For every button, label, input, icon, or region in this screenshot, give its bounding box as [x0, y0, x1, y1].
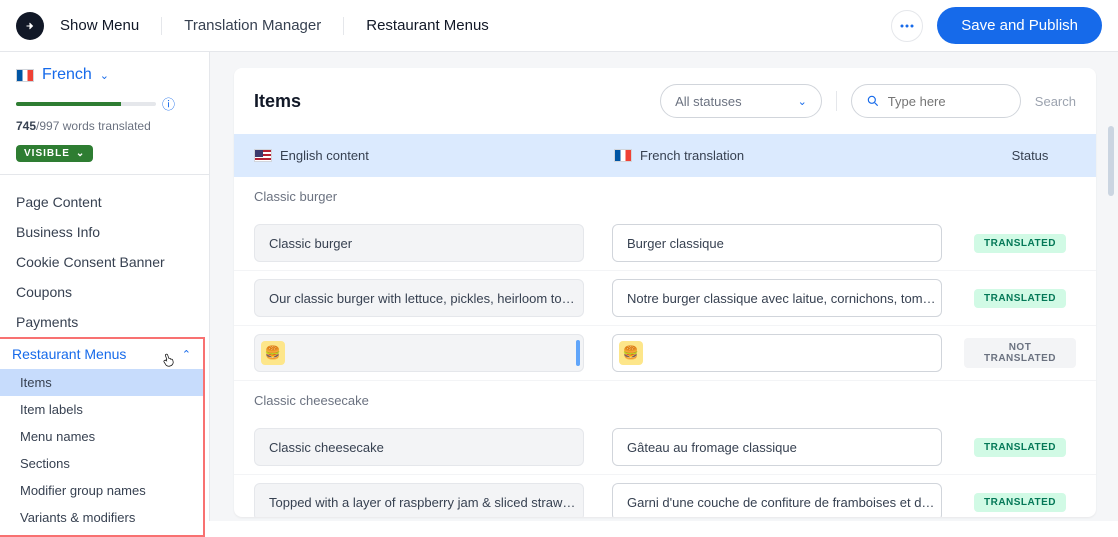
- status-filter-label: All statuses: [675, 94, 741, 109]
- sidebar-group-label: Restaurant Menus: [12, 346, 126, 362]
- burger-thumb-icon: 🍔: [261, 341, 285, 365]
- column-french-label: French translation: [640, 148, 744, 163]
- column-english: English content: [254, 148, 614, 163]
- divider: [161, 17, 162, 35]
- top-bar-actions: Save and Publish: [891, 7, 1102, 44]
- chevron-down-icon: ⌄: [798, 95, 807, 108]
- status-cell: NOT TRANSLATED: [964, 338, 1076, 368]
- drag-handle-icon[interactable]: [576, 340, 580, 366]
- divider: [836, 91, 837, 111]
- panel-header: Items All statuses ⌄ Search: [234, 68, 1096, 134]
- sidebar-sub-variants[interactable]: Variants & modifiers: [0, 504, 203, 531]
- visible-label: VISIBLE: [24, 148, 70, 159]
- status-cell: TRANSLATED: [964, 233, 1076, 253]
- visibility-toggle[interactable]: VISIBLE ⌄: [16, 145, 93, 162]
- words-done: 745: [16, 119, 36, 133]
- save-publish-button[interactable]: Save and Publish: [937, 7, 1102, 44]
- divider: [0, 174, 209, 175]
- items-panel: Items All statuses ⌄ Search English cont…: [234, 68, 1096, 517]
- english-cell: Classic cheesecake: [254, 428, 584, 466]
- words-suffix: words translated: [59, 119, 150, 133]
- sidebar-item-business-info[interactable]: Business Info: [0, 217, 209, 247]
- progress-bar: [16, 102, 156, 106]
- scrollbar-thumb[interactable]: [1108, 126, 1114, 196]
- english-cell: Topped with a layer of raspberry jam & s…: [254, 483, 584, 517]
- breadcrumb-area: Show Menu Translation Manager Restaurant…: [16, 12, 891, 40]
- status-cell: TRANSLATED: [964, 492, 1076, 512]
- arrow-right-icon: [24, 20, 36, 32]
- status-filter-select[interactable]: All statuses ⌄: [660, 84, 822, 118]
- french-cell[interactable]: Burger classique: [612, 224, 942, 262]
- sidebar-item-cookie-consent[interactable]: Cookie Consent Banner: [0, 247, 209, 277]
- sidebar-group-restaurant-menus: Restaurant Menus ⌃ Items Item labels Men…: [0, 337, 205, 537]
- english-image-cell: 🍔: [254, 334, 584, 372]
- search-button[interactable]: Search: [1035, 94, 1076, 109]
- info-icon[interactable]: ⓘ: [162, 94, 175, 113]
- main-area: Items All statuses ⌄ Search English cont…: [210, 52, 1118, 521]
- status-badge: TRANSLATED: [974, 234, 1066, 253]
- french-cell[interactable]: Gâteau au fromage classique: [612, 428, 942, 466]
- table-row: Classic cheesecake Gâteau au fromage cla…: [234, 420, 1096, 475]
- sidebar-sub-sections[interactable]: Sections: [0, 450, 203, 477]
- language-label: French: [42, 66, 92, 84]
- french-cell[interactable]: Garni d'une couche de confiture de framb…: [612, 483, 942, 517]
- sidebar-sub-modifier-groups[interactable]: Modifier group names: [0, 477, 203, 504]
- show-menu-label[interactable]: Show Menu: [60, 17, 139, 34]
- search-icon: [866, 94, 880, 108]
- status-cell: TRANSLATED: [964, 437, 1076, 457]
- table-header: English content French translation Statu…: [234, 134, 1096, 177]
- divider: [343, 17, 344, 35]
- sidebar-sub-menu-names[interactable]: Menu names: [0, 423, 203, 450]
- status-cell: TRANSLATED: [964, 288, 1076, 308]
- section-header: Classic cheesecake: [234, 381, 1096, 420]
- english-cell: Our classic burger with lettuce, pickles…: [254, 279, 584, 317]
- status-badge: TRANSLATED: [974, 289, 1066, 308]
- column-status: Status: [984, 148, 1076, 163]
- status-badge: TRANSLATED: [974, 438, 1066, 457]
- burger-thumb-icon: 🍔: [619, 341, 643, 365]
- chevron-down-icon: ⌄: [76, 148, 85, 159]
- sidebar: French ⌄ ⓘ 745/997 words translated VISI…: [0, 52, 210, 521]
- search-input[interactable]: [888, 94, 998, 109]
- french-image-cell[interactable]: 🍔: [612, 334, 942, 372]
- table-body: Classic burger Classic burger Burger cla…: [234, 177, 1096, 517]
- sidebar-item-coupons[interactable]: Coupons: [0, 277, 209, 307]
- breadcrumb-manager[interactable]: Translation Manager: [184, 17, 321, 34]
- column-french: French translation: [614, 148, 984, 163]
- sidebar-sub-item-labels[interactable]: Item labels: [0, 396, 203, 423]
- progress-fill: [16, 102, 121, 106]
- column-status-label: Status: [1012, 148, 1049, 163]
- us-flag-icon: [254, 149, 272, 162]
- search-input-wrapper[interactable]: [851, 84, 1021, 118]
- table-row: Topped with a layer of raspberry jam & s…: [234, 475, 1096, 517]
- french-flag-icon: [16, 69, 34, 82]
- words-total: 997: [39, 119, 59, 133]
- chevron-down-icon: ⌄: [100, 69, 109, 82]
- more-actions-button[interactable]: [891, 10, 923, 42]
- panel-title: Items: [254, 91, 660, 112]
- dots-icon: [900, 24, 914, 28]
- status-badge: NOT TRANSLATED: [964, 338, 1076, 368]
- english-cell: Classic burger: [254, 224, 584, 262]
- body-area: French ⌄ ⓘ 745/997 words translated VISI…: [0, 52, 1118, 521]
- words-translated: 745/997 words translated: [0, 113, 209, 143]
- breadcrumb-current: Restaurant Menus: [366, 17, 489, 34]
- table-row: Classic burger Burger classique TRANSLAT…: [234, 216, 1096, 271]
- sidebar-item-payments[interactable]: Payments: [0, 307, 209, 337]
- sidebar-item-page-content[interactable]: Page Content: [0, 187, 209, 217]
- french-flag-icon: [614, 149, 632, 162]
- top-bar: Show Menu Translation Manager Restaurant…: [0, 0, 1118, 52]
- chevron-up-icon: ⌃: [182, 348, 191, 361]
- section-header: Classic burger: [234, 177, 1096, 216]
- menu-toggle-button[interactable]: [16, 12, 44, 40]
- sidebar-item-restaurant-menus[interactable]: Restaurant Menus ⌃: [0, 339, 203, 369]
- progress-row: ⓘ: [0, 94, 209, 113]
- table-row: 🍔 🍔 NOT TRANSLATED: [234, 326, 1096, 381]
- table-row: Our classic burger with lettuce, pickles…: [234, 271, 1096, 326]
- column-english-label: English content: [280, 148, 369, 163]
- status-badge: TRANSLATED: [974, 493, 1066, 512]
- language-selector[interactable]: French ⌄: [0, 52, 209, 94]
- french-cell[interactable]: Notre burger classique avec laitue, corn…: [612, 279, 942, 317]
